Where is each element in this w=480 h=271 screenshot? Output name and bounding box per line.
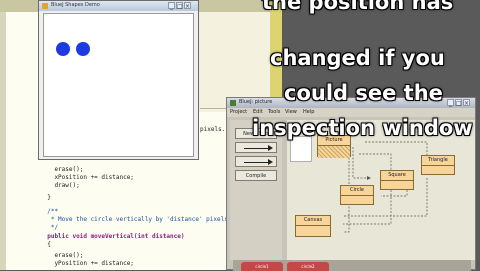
code-line[interactable]: { bbox=[40, 241, 51, 248]
bluej-titlebar[interactable]: BlueJ: picture _ □ × bbox=[227, 98, 475, 108]
menu-help[interactable]: Help bbox=[303, 109, 314, 115]
arrow-right-icon bbox=[268, 159, 273, 165]
new-class-button[interactable]: New Class bbox=[235, 128, 277, 139]
blue-circle-shape bbox=[76, 42, 90, 56]
minimize-button[interactable]: _ bbox=[168, 2, 175, 10]
code-line[interactable]: * Move the circle vertically by 'distanc… bbox=[40, 216, 232, 223]
menu-project[interactable]: Project bbox=[230, 109, 247, 115]
bluej-project-window: BlueJ: picture _ □ × Project Edit Tools … bbox=[226, 97, 476, 271]
menu-tools[interactable]: Tools bbox=[268, 109, 280, 115]
app-icon bbox=[42, 3, 48, 9]
code-fragment: pixels. bbox=[200, 126, 226, 133]
blue-circle-shape bbox=[56, 42, 70, 56]
bluej-icon bbox=[230, 100, 236, 106]
bluej-window-title: BlueJ: picture bbox=[239, 99, 273, 105]
menu-edit[interactable]: Edit bbox=[253, 109, 263, 115]
tool-panel: New Class Compile bbox=[230, 120, 282, 271]
dependency-arrows bbox=[343, 141, 429, 233]
code-line[interactable]: yPosition += distance; bbox=[40, 260, 133, 267]
menu-bar: Project Edit Tools View Help bbox=[227, 108, 475, 117]
canvas-titlebar[interactable]: BlueJ Shapes Demo _ □ × bbox=[39, 1, 198, 11]
code-line[interactable]: draw(); bbox=[40, 182, 79, 189]
class-square[interactable]: Square bbox=[380, 170, 414, 190]
uncompiled-hatch bbox=[318, 146, 350, 158]
class-circle[interactable]: Circle bbox=[340, 185, 374, 205]
menu-view[interactable]: View bbox=[285, 109, 297, 115]
minimize-button[interactable]: _ bbox=[447, 99, 454, 107]
close-button[interactable]: × bbox=[463, 99, 470, 107]
maximize-button[interactable]: □ bbox=[455, 99, 462, 107]
class-picture[interactable]: Picture bbox=[317, 135, 351, 158]
editor-gutter bbox=[0, 12, 6, 270]
compile-button[interactable]: Compile bbox=[235, 170, 277, 181]
class-name: Square bbox=[381, 171, 413, 181]
code-line[interactable]: */ bbox=[40, 224, 58, 231]
arrow-line bbox=[244, 148, 270, 149]
caption-line: changed if you bbox=[270, 46, 445, 70]
editor-scrollbar[interactable] bbox=[270, 0, 282, 112]
object-bench: circle1 circle2 bbox=[233, 260, 471, 271]
class-canvas[interactable]: Canvas bbox=[295, 215, 331, 237]
class-name: Canvas bbox=[296, 216, 330, 226]
code-line[interactable]: public void moveVertical(int distance) bbox=[40, 233, 184, 240]
close-button[interactable]: × bbox=[184, 2, 191, 10]
inherits-arrow-button[interactable] bbox=[235, 156, 277, 167]
canvas-window-title: BlueJ Shapes Demo bbox=[51, 2, 100, 8]
code-line[interactable]: /** bbox=[40, 208, 58, 215]
class-name: Picture bbox=[318, 136, 350, 146]
code-line[interactable]: erase(); bbox=[40, 252, 83, 259]
class-name: Triangle bbox=[422, 156, 454, 166]
caption-line: the position has bbox=[262, 0, 454, 14]
arrow-line bbox=[244, 162, 270, 163]
class-triangle[interactable]: Triangle bbox=[421, 155, 455, 175]
code-line[interactable]: xPosition += distance; bbox=[40, 174, 133, 181]
code-line[interactable]: erase(); bbox=[40, 166, 83, 173]
arrow-right-icon bbox=[268, 145, 273, 151]
class-diagram[interactable]: Picture Triangle Square Circle Canvas bbox=[287, 120, 475, 260]
class-name: Circle bbox=[341, 186, 373, 196]
canvas-window: BlueJ Shapes Demo _ □ × bbox=[38, 0, 199, 160]
code-line[interactable]: } bbox=[40, 194, 51, 201]
uses-arrow-button[interactable] bbox=[235, 142, 277, 153]
maximize-button[interactable]: □ bbox=[176, 2, 183, 10]
drawing-canvas[interactable] bbox=[43, 13, 194, 157]
